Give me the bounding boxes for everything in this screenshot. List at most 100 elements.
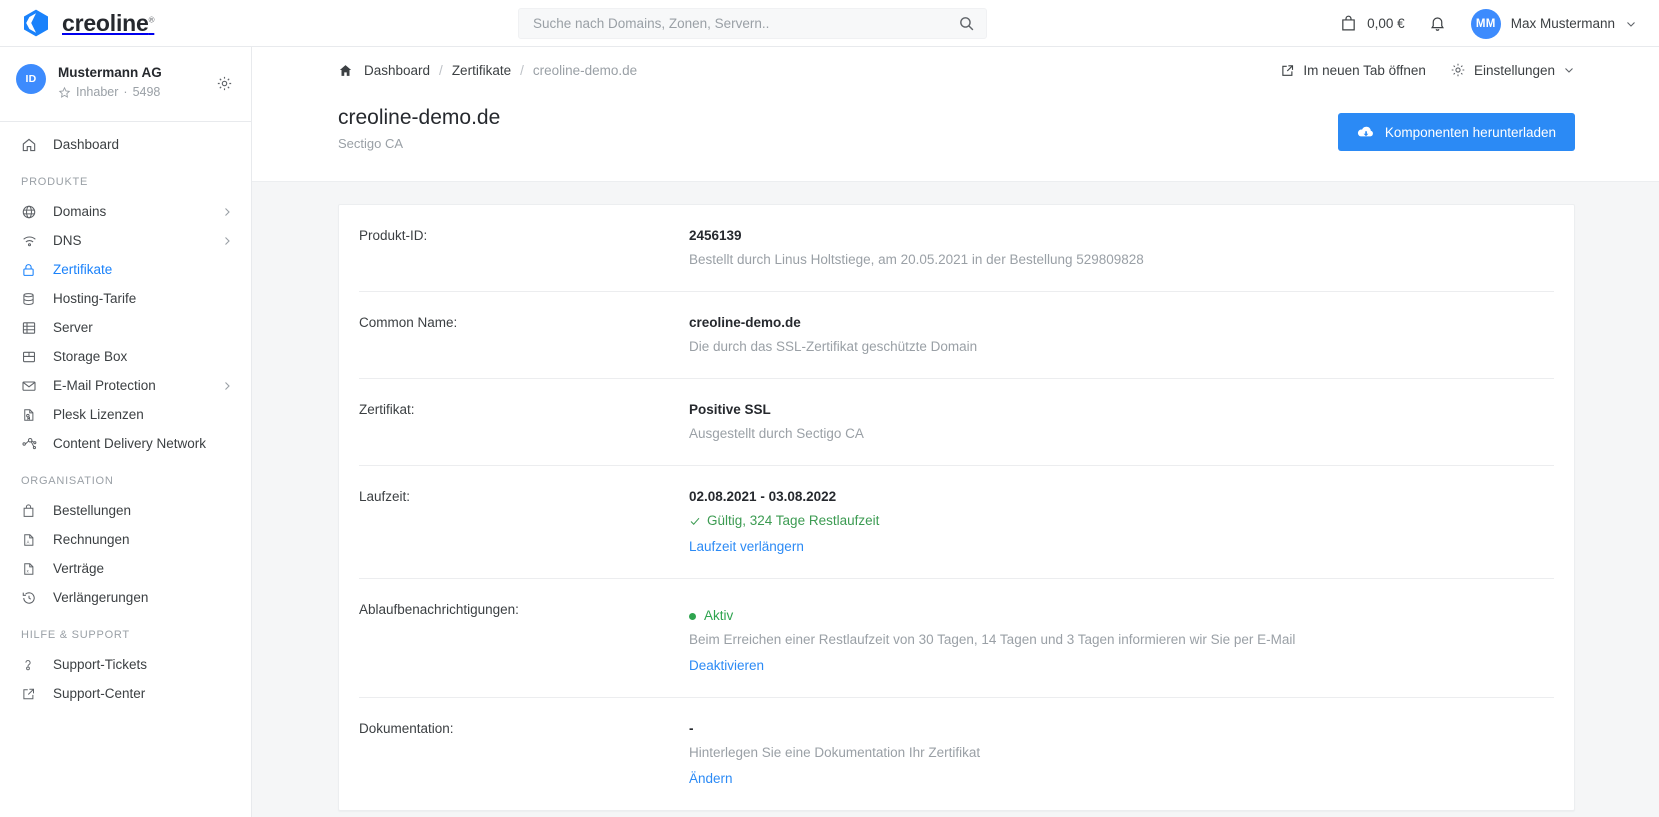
page-subtitle: Sectigo CA — [338, 136, 404, 151]
home-filled-icon[interactable] — [338, 63, 353, 78]
user-menu-button[interactable]: MM Max Mustermann — [1457, 8, 1641, 39]
sidebar-item-label: Support-Center — [53, 686, 146, 701]
sidebar-item-email-protection[interactable]: E-Mail Protection — [0, 371, 251, 400]
organization-settings-button[interactable] — [216, 75, 233, 92]
search-icon — [958, 15, 975, 32]
sidebar-item-rechnungen[interactable]: A Rechnungen — [0, 525, 251, 554]
organization-role: Inhaber — [76, 85, 119, 99]
open-in-new-tab-button[interactable]: Im neuen Tab öffnen — [1280, 63, 1426, 78]
sidebar-item-content-delivery-network[interactable]: Content Delivery Network — [0, 429, 251, 458]
contract-file-icon: x — [21, 561, 41, 577]
detail-row: Laufzeit: 02.08.2021 - 03.08.2022 Gültig… — [359, 466, 1554, 579]
global-search — [518, 8, 987, 39]
chevron-right-icon — [221, 380, 233, 392]
sidebar-item-vertraege[interactable]: x Verträge — [0, 554, 251, 583]
content-area: Produkt-ID: 2456139 Bestellt durch Linus… — [252, 181, 1659, 817]
search-box[interactable] — [518, 8, 987, 39]
page-title-row: creoline-demo.de Sectigo CA Komponenten … — [252, 93, 1659, 181]
change-documentation-link[interactable]: Ändern — [689, 770, 733, 788]
brand-logo-link[interactable]: creoline® — [0, 8, 252, 38]
sidebar-item-zertifikate[interactable]: Zertifikate — [0, 255, 251, 284]
question-help-icon — [21, 657, 41, 673]
gear-icon — [216, 75, 233, 92]
database-icon — [21, 291, 41, 307]
sidebar-item-label: Hosting-Tarife — [53, 291, 137, 306]
sidebar-item-storage-box[interactable]: Storage Box — [0, 342, 251, 371]
organization-card[interactable]: ID Mustermann AG Inhaber · 5498 — [0, 47, 251, 122]
detail-value: creoline-demo.de Die durch das SSL-Zerti… — [689, 314, 1554, 356]
deactivate-notifications-link[interactable]: Deaktivieren — [689, 657, 764, 675]
settings-menu-button[interactable]: Einstellungen — [1450, 62, 1575, 78]
organization-avatar: ID — [16, 64, 46, 94]
sidebar-item-server[interactable]: Server — [0, 313, 251, 342]
sidebar-item-label: Verlängerungen — [53, 590, 149, 605]
detail-label: Produkt-ID: — [359, 228, 428, 243]
meta-separator: · — [123, 85, 128, 99]
action-label: Einstellungen — [1473, 62, 1555, 78]
certificate-details-card: Produkt-ID: 2456139 Bestellt durch Linus… — [338, 204, 1575, 811]
shopping-bag-icon — [1340, 15, 1357, 32]
sidebar-item-label: E-Mail Protection — [53, 378, 156, 393]
detail-value: 2456139 Bestellt durch Linus Holtstiege,… — [689, 227, 1554, 269]
check-icon — [689, 515, 701, 527]
breadcrumb-item-zertifikate[interactable]: Zertifikate — [452, 63, 511, 78]
cloud-download-icon — [1357, 125, 1375, 140]
sidebar-item-label: Server — [53, 320, 93, 335]
sidebar-section-organisation: ORGANISATION — [21, 475, 114, 487]
star-outline-icon[interactable] — [58, 86, 71, 99]
breadcrumb: Dashboard / Zertifikate / creoline-demo.… — [338, 63, 637, 78]
sidebar-item-dashboard[interactable]: Dashboard — [0, 130, 251, 159]
detail-value-main: Positive SSL — [689, 402, 771, 417]
chevron-down-icon — [1563, 64, 1575, 76]
detail-label: Laufzeit: — [359, 489, 411, 504]
detail-value-sub: Bestellt durch Linus Holtstiege, am 20.0… — [689, 252, 1144, 267]
external-link-icon — [21, 686, 41, 702]
sidebar-item-dns[interactable]: DNS — [0, 226, 251, 255]
extend-term-link[interactable]: Laufzeit verlängern — [689, 538, 804, 556]
sidebar-item-plesk-lizenzen[interactable]: Plesk Lizenzen — [0, 400, 251, 429]
sidebar-item-label: Support-Tickets — [53, 657, 148, 672]
top-navigation-bar: creoline® 0,00 € — [0, 0, 1659, 47]
sidebar-item-support-center[interactable]: Support-Center — [0, 679, 251, 708]
cart-button[interactable]: 0,00 € — [1326, 15, 1419, 32]
status-text: Gültig, 324 Tage Restlaufzeit — [707, 513, 880, 528]
brand-name: creoline® — [62, 9, 155, 36]
pdf-file-icon: A — [21, 532, 41, 548]
download-components-button[interactable]: Komponenten herunterladen — [1337, 113, 1575, 151]
home-icon — [21, 137, 41, 153]
sidebar-item-domains[interactable]: Domains — [0, 197, 251, 226]
organization-name: Mustermann AG — [58, 65, 162, 80]
sidebar-item-hosting-tarife[interactable]: Hosting-Tarife — [0, 284, 251, 313]
breadcrumb-separator: / — [520, 62, 524, 78]
search-input[interactable] — [519, 9, 946, 38]
detail-label: Ablaufbenachrichtigungen: — [359, 602, 519, 617]
detail-label: Zertifikat: — [359, 402, 415, 417]
notifications-button[interactable] — [1419, 5, 1457, 43]
network-nodes-icon — [21, 436, 41, 452]
chevron-down-icon — [1625, 18, 1637, 30]
page-title-block: creoline-demo.de Sectigo CA — [338, 105, 500, 151]
detail-value-main: 02.08.2021 - 03.08.2022 — [689, 489, 837, 504]
sidebar-item-support-tickets[interactable]: Support-Tickets — [0, 650, 251, 679]
breadcrumb-item-dashboard[interactable]: Dashboard — [364, 63, 430, 78]
detail-value: Positive SSL Ausgestellt durch Sectigo C… — [689, 401, 1554, 443]
search-submit-button[interactable] — [946, 9, 986, 38]
detail-row: Ablaufbenachrichtigungen: Aktiv Beim Err… — [359, 579, 1554, 698]
sidebar-item-bestellungen[interactable]: Bestellungen — [0, 496, 251, 525]
creoline-hexagon-logo-icon — [21, 8, 51, 38]
detail-value: 02.08.2021 - 03.08.2022 Gültig, 324 Tage… — [689, 488, 1554, 556]
detail-label: Common Name: — [359, 315, 458, 330]
detail-value: - Hinterlegen Sie eine Dokumentation Ihr… — [689, 720, 1554, 788]
breadcrumb-bar: Dashboard / Zertifikate / creoline-demo.… — [252, 47, 1659, 93]
bell-icon — [1429, 15, 1446, 33]
sidebar-item-label: Dashboard — [53, 137, 120, 152]
sidebar: ID Mustermann AG Inhaber · 5498 Dashboar… — [0, 47, 252, 817]
breadcrumb-item-current: creoline-demo.de — [532, 62, 638, 78]
svg-text:A: A — [27, 539, 30, 544]
sidebar-item-verlaengerungen[interactable]: Verlängerungen — [0, 583, 251, 612]
detail-value-main: 2456139 — [689, 228, 742, 243]
detail-value-main: creoline-demo.de — [689, 315, 801, 330]
status-badge-notifications: Aktiv — [689, 607, 1554, 625]
sidebar-item-label: DNS — [53, 233, 82, 248]
main-content: Dashboard / Zertifikate / creoline-demo.… — [252, 47, 1659, 817]
